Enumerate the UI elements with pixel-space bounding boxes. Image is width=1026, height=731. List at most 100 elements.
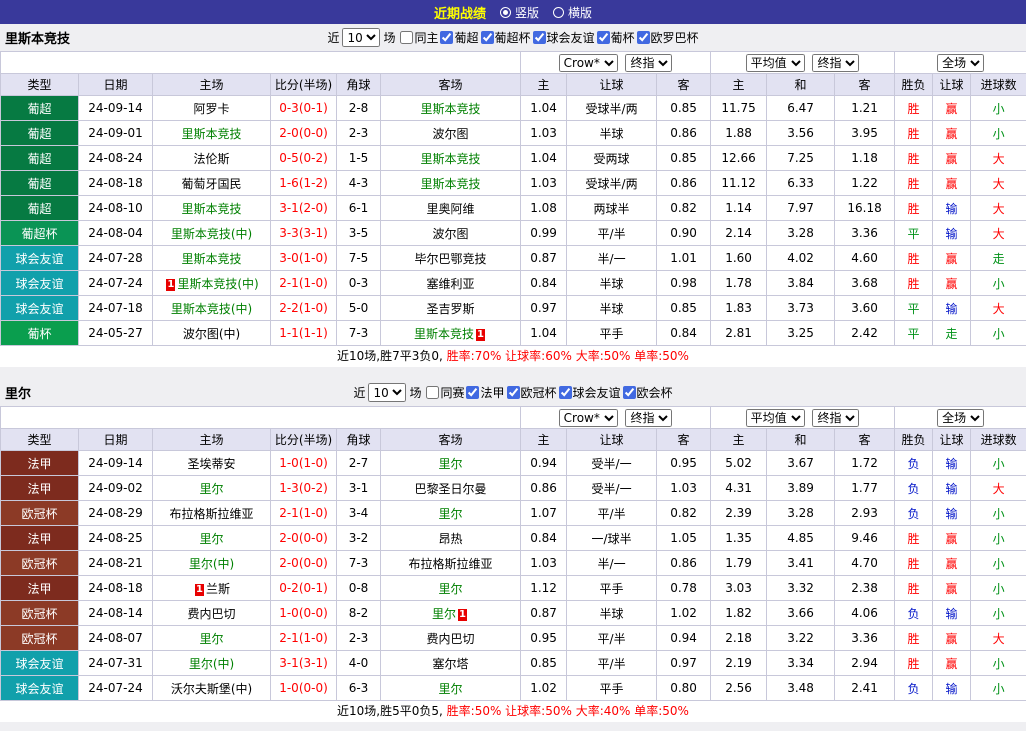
- euro-draw-odds-cell: 3.28: [767, 501, 835, 526]
- home-team-cell: 里尔(中): [153, 651, 271, 676]
- euro-away-odds-cell: 1.21: [835, 96, 895, 121]
- filter-checkbox[interactable]: [533, 31, 546, 44]
- filter-checkbox[interactable]: [623, 386, 636, 399]
- filter-option[interactable]: 葡杯: [597, 29, 635, 46]
- euro-home-odds-cell: 5.02: [711, 451, 767, 476]
- euro-time-select[interactable]: 终指: [812, 54, 859, 72]
- view-option-horizontal[interactable]: 横版: [553, 4, 592, 21]
- asia-bookmaker-select[interactable]: Crow*: [559, 54, 618, 72]
- column-header-asia-home-odds: 主: [521, 429, 567, 451]
- euro-bookmaker-select[interactable]: 平均值: [746, 54, 805, 72]
- away-team-cell: 里尔: [381, 501, 521, 526]
- goals-result-cell: 大: [971, 146, 1026, 171]
- handicap-result-cell: 赢: [933, 171, 971, 196]
- filter-checkbox[interactable]: [400, 31, 413, 44]
- team-name-text: 里尔: [439, 457, 463, 471]
- filter-option[interactable]: 球会友谊: [533, 29, 595, 46]
- filter-checkbox[interactable]: [507, 386, 520, 399]
- filter-option-label: 同主: [414, 29, 438, 46]
- handicap-cell: 平手: [567, 321, 657, 346]
- euro-away-odds-cell: 16.18: [835, 196, 895, 221]
- away-team-cell: 里斯本竞技: [381, 146, 521, 171]
- corner-cell: 6-3: [337, 676, 381, 701]
- filter-checkbox[interactable]: [466, 386, 479, 399]
- handicap-result-cell: 赢: [933, 96, 971, 121]
- section-gap: [0, 367, 1026, 379]
- result-cell: 胜: [895, 576, 933, 601]
- match-row: 球会友谊24-07-28里斯本竞技3-0(1-0)7-5毕尔巴鄂竞技0.87半/…: [1, 246, 1026, 271]
- date-cell: 24-08-10: [79, 196, 153, 221]
- asia-time-select[interactable]: 终指: [625, 54, 672, 72]
- euro-time-select[interactable]: 终指: [812, 409, 859, 427]
- filter-option[interactable]: 葡超杯: [481, 29, 531, 46]
- filter-option[interactable]: 同主: [400, 29, 438, 46]
- corner-cell: 2-3: [337, 626, 381, 651]
- match-row: 葡超24-08-18葡萄牙国民1-6(1-2)4-3里斯本竞技1.03受球半/两…: [1, 171, 1026, 196]
- home-team-cell: 波尔图(中): [153, 321, 271, 346]
- home-team-cell: 里斯本竞技: [153, 196, 271, 221]
- euro-bookmaker-select[interactable]: 平均值: [746, 409, 805, 427]
- asia-bookmaker-select[interactable]: Crow*: [559, 409, 618, 427]
- column-header-score: 比分(半场): [271, 74, 337, 96]
- league-type-cell: 葡超: [1, 96, 79, 121]
- score-cell: 1-3(0-2): [271, 476, 337, 501]
- asia-away-odds-cell: 1.05: [657, 526, 711, 551]
- euro-home-odds-cell: 2.81: [711, 321, 767, 346]
- asia-time-select[interactable]: 终指: [625, 409, 672, 427]
- team-name-text: 塞尔塔: [433, 657, 469, 671]
- filter-option[interactable]: 葡超: [440, 29, 478, 46]
- euro-away-odds-cell: 3.36: [835, 626, 895, 651]
- goals-result-cell: 小: [971, 676, 1026, 701]
- team-name-text: 里尔: [199, 482, 223, 496]
- filter-option[interactable]: 欧会杯: [623, 384, 673, 401]
- filter-option[interactable]: 球会友谊: [559, 384, 621, 401]
- column-header-result: 胜负: [895, 429, 933, 451]
- team-name-text: 圣埃蒂安: [187, 457, 235, 471]
- filter-options: 同主葡超葡超杯球会友谊葡杯欧罗巴杯: [398, 29, 698, 47]
- league-type-cell: 法甲: [1, 476, 79, 501]
- filter-option-label: 欧冠杯: [521, 384, 557, 401]
- handicap-result-cell: 赢: [933, 526, 971, 551]
- home-team-cell: 法伦斯: [153, 146, 271, 171]
- filter-checkbox[interactable]: [426, 386, 439, 399]
- column-header-asia-away-odds: 客: [657, 74, 711, 96]
- view-option-vertical[interactable]: 竖版: [500, 4, 539, 21]
- date-cell: 24-08-29: [79, 501, 153, 526]
- filter-option[interactable]: 欧罗巴杯: [637, 29, 699, 46]
- filter-checkbox[interactable]: [481, 31, 494, 44]
- score-cell: 1-1(1-1): [271, 321, 337, 346]
- filter-option[interactable]: 欧冠杯: [507, 384, 557, 401]
- home-team-cell: 沃尔夫斯堡(中): [153, 676, 271, 701]
- filter-option[interactable]: 同赛: [426, 384, 464, 401]
- asia-away-odds-cell: 0.78: [657, 576, 711, 601]
- asia-home-odds-cell: 0.95: [521, 626, 567, 651]
- summary-stats: 胜率:70% 让球率:60% 大率:50% 单率:50%: [447, 349, 689, 363]
- date-cell: 24-08-25: [79, 526, 153, 551]
- goals-result-cell: 小: [971, 601, 1026, 626]
- column-header-away-team: 客场: [381, 74, 521, 96]
- filter-checkbox[interactable]: [559, 386, 572, 399]
- radio-selected-icon: [500, 7, 511, 18]
- scope-select[interactable]: 全场: [937, 409, 984, 427]
- filter-checkbox[interactable]: [597, 31, 610, 44]
- team-name-text: 巴黎圣日尔曼: [415, 482, 487, 496]
- team-name-text: 葡萄牙国民: [181, 177, 241, 191]
- games-label: 场: [409, 384, 421, 401]
- asia-home-odds-cell: 0.87: [521, 601, 567, 626]
- euro-home-odds-cell: 1.35: [711, 526, 767, 551]
- filter-option-label: 葡杯: [611, 29, 635, 46]
- date-cell: 24-07-28: [79, 246, 153, 271]
- euro-away-odds-cell: 3.36: [835, 221, 895, 246]
- handicap-result-cell: 赢: [933, 626, 971, 651]
- filter-bar: 近 10 场 同赛法甲欧冠杯球会友谊欧会杯: [353, 383, 672, 402]
- filter-option[interactable]: 法甲: [466, 384, 504, 401]
- filter-checkbox[interactable]: [637, 31, 650, 44]
- match-row: 球会友谊24-07-18里斯本竞技(中)2-2(1-0)5-0圣吉罗斯0.97半…: [1, 296, 1026, 321]
- scope-select[interactable]: 全场: [937, 54, 984, 72]
- euro-away-odds-cell: 2.93: [835, 501, 895, 526]
- away-team-cell: 圣吉罗斯: [381, 296, 521, 321]
- recent-count-select[interactable]: 10: [368, 383, 406, 402]
- filter-option-label: 球会友谊: [573, 384, 621, 401]
- filter-checkbox[interactable]: [440, 31, 453, 44]
- recent-count-select[interactable]: 10: [342, 28, 380, 47]
